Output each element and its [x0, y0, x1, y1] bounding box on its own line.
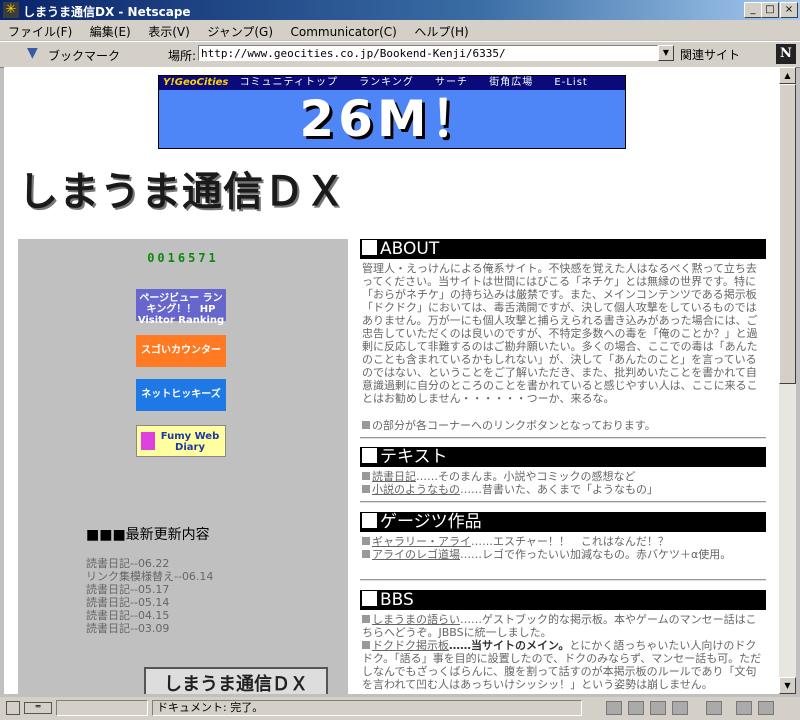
- window-title: しまうま通信DX - Netscape: [23, 5, 191, 19]
- about-note: の部分が各コーナーへのリンクボタンとなっております。: [372, 419, 656, 432]
- menu-edit[interactable]: 編集(E): [82, 20, 137, 40]
- about-note-row: の部分が各コーナーへのリンクボタンとなっております。: [362, 419, 764, 432]
- footer-logo: しまうま通信ＤＸ: [144, 667, 328, 694]
- updates-title: ■■■最新更新内容: [86, 527, 210, 543]
- composer-icon[interactable]: [672, 701, 688, 715]
- banner-nav-elist[interactable]: E-List: [554, 77, 587, 88]
- link-shimauma-katarai[interactable]: しまうまの語らい: [372, 613, 460, 626]
- update-item: 読書日記--03.09: [86, 622, 170, 635]
- update-item: 読書日記--04.15: [86, 609, 170, 622]
- related-sites-button[interactable]: 関連サイト: [680, 46, 740, 63]
- banner-brand: Y!GeoCities: [163, 77, 229, 88]
- banner-nav: Y!GeoCities コミュニティトップ ランキング サーチ 街角広場 E-L…: [159, 76, 625, 90]
- inbox-icon[interactable]: [706, 701, 722, 715]
- bookmarks-button[interactable]: ブックマーク: [48, 47, 120, 64]
- pageview-ranking-button[interactable]: ページビュー ランキング！！ HP Visitor Ranking: [136, 289, 226, 326]
- net-hikkies-button[interactable]: ネットヒッキーズ: [136, 379, 226, 411]
- bullet-square-icon: [362, 472, 370, 480]
- dokudoku-main-label: ……当サイトのメイン。: [449, 639, 570, 652]
- update-item: 読書日記--06.22: [86, 557, 170, 570]
- address-book-icon[interactable]: [736, 701, 752, 715]
- menu-help[interactable]: ヘルプ(H): [406, 20, 474, 40]
- about-heading: ABOUT: [360, 239, 766, 259]
- page-viewport: Y!GeoCities コミュニティトップ ランキング サーチ 街角広場 E-L…: [4, 67, 779, 694]
- title-bar: ✳ しまうま通信DX - Netscape _ □ ×: [0, 0, 800, 20]
- desc-novel: ……昔書いた、あくまで「ようなもの」: [460, 483, 658, 496]
- menu-file[interactable]: ファイル(F): [0, 20, 78, 40]
- security-lock-icon[interactable]: [6, 701, 20, 715]
- fumy-web-diary-button[interactable]: Fumy Web Diary: [136, 425, 226, 457]
- bullet-square-icon: [362, 641, 370, 649]
- site-title: しまうま通信ＤＸ: [18, 169, 346, 215]
- scroll-thumb[interactable]: [779, 84, 796, 384]
- update-item: リンク集模様替え--06.14: [86, 570, 214, 583]
- security-icon[interactable]: [758, 701, 774, 715]
- menu-bar: ファイル(F) 編集(E) 表示(V) ジャンプ(G) Communicator…: [0, 20, 800, 40]
- geijutsu-item-row: アライのレゴ道場……レゴで作ったいい加減なもの。赤バケツ＋α使用。: [362, 548, 764, 561]
- menu-go[interactable]: ジャンプ(G): [199, 20, 279, 40]
- link-novel[interactable]: 小説のようなもの: [372, 483, 460, 496]
- navigator-icon[interactable]: [650, 701, 666, 715]
- close-button[interactable]: ×: [780, 2, 798, 18]
- bullet-square-icon: [362, 615, 370, 623]
- scroll-up-button[interactable]: ▲: [779, 67, 796, 84]
- link-gallery-arai[interactable]: ギャラリー・アライ: [372, 535, 471, 548]
- visitor-counter: 0016571: [147, 251, 219, 265]
- status-text: ドキュメント: 完了。: [152, 700, 582, 716]
- bbs-item-row: しまうまの語らい……ゲストブック的な掲示板。本やゲームのマンセー話はこちらへどう…: [362, 613, 764, 639]
- divider: [360, 579, 766, 581]
- mail-icon[interactable]: [606, 701, 622, 715]
- update-item: 読書日記--05.17: [86, 583, 170, 596]
- bullet-square-icon: [362, 537, 370, 545]
- location-label: 場所:: [168, 49, 197, 63]
- geijutsu-item-row: ギャラリー・アライ……エスチャー！！ これはなんだ！？: [362, 535, 764, 548]
- desc-lego-dojo: ……レゴで作ったいい加減なもの。赤バケツ＋α使用。: [460, 548, 732, 561]
- location-toolbar: ▼ ブックマーク 場所: http://www.geocities.co.jp/…: [0, 41, 800, 68]
- menu-communicator[interactable]: Communicator(C): [283, 22, 403, 39]
- url-dropdown-button[interactable]: ▼: [658, 45, 674, 61]
- bbs-heading: BBS: [360, 590, 766, 610]
- about-text: 管理人・えっけんによる俺系サイト。不快感を覚えた人はなるべく黙って立ち去ってくだ…: [362, 262, 758, 405]
- divider: [360, 437, 766, 439]
- status-bar: ═ ドキュメント: 完了。: [0, 697, 800, 720]
- progress-bar: [56, 700, 148, 716]
- link-reading-diary[interactable]: 読書日記: [372, 470, 416, 483]
- bbs-item-row: ドクドク掲示板……当サイトのメイン。とにかく語っちゃいたい人向けのドクドク。「語…: [362, 639, 764, 691]
- minimize-button[interactable]: _: [744, 2, 762, 18]
- text-item-row: 読書日記……そのまんま。小説やコミックの感想など: [362, 470, 764, 483]
- vertical-scrollbar[interactable]: ▲ ▼: [779, 67, 796, 694]
- discussion-icon[interactable]: [628, 701, 644, 715]
- banner-nav-community[interactable]: コミュニティトップ: [240, 77, 338, 88]
- geijutsu-heading: ゲージツ作品: [360, 512, 766, 532]
- text-item-row: 小説のようなもの……昔書いた、あくまで「ようなもの」: [362, 483, 764, 496]
- desc-gallery-arai: ……エスチャー！！ これはなんだ！？: [471, 535, 669, 548]
- netscape-logo[interactable]: N: [776, 44, 796, 64]
- scroll-down-button[interactable]: ▼: [779, 677, 796, 694]
- pen-icon: [141, 432, 155, 450]
- banner-nav-square[interactable]: 街角広場: [489, 77, 533, 88]
- url-input[interactable]: http://www.geocities.co.jp/Bookend-Kenji…: [198, 45, 658, 61]
- banner-nav-search[interactable]: サーチ: [435, 77, 468, 88]
- update-item: 読書日記--05.14: [86, 596, 170, 609]
- menu-view[interactable]: 表示(V): [140, 20, 196, 40]
- netscape-icon[interactable]: ✳: [3, 2, 19, 18]
- bullet-square-icon: [362, 421, 370, 429]
- link-dokudoku-bbs[interactable]: ドクドク掲示板: [372, 639, 449, 652]
- bullet-square-icon: [362, 550, 370, 558]
- desc-reading-diary: ……そのまんま。小説やコミックの感想など: [416, 470, 636, 483]
- sugoi-counter-button[interactable]: スゴいカウンター: [136, 335, 226, 367]
- banner-nav-ranking[interactable]: ランキング: [359, 77, 414, 88]
- left-sidebar: 0016571 ページビュー ランキング！！ HP Visitor Rankin…: [18, 239, 348, 694]
- maximize-button[interactable]: □: [761, 2, 779, 18]
- bookmark-icon[interactable]: ▼: [27, 45, 45, 61]
- connection-icon: ═: [24, 702, 52, 714]
- bullet-square-icon: [362, 485, 370, 493]
- banner-headline: 26M！: [299, 90, 485, 148]
- link-lego-dojo[interactable]: アライのレゴ道場: [372, 548, 460, 561]
- divider: [360, 501, 766, 503]
- geocities-banner[interactable]: Y!GeoCities コミュニティトップ ランキング サーチ 街角広場 E-L…: [158, 75, 626, 149]
- fumy-web-diary-label: Fumy Web Diary: [160, 431, 220, 453]
- text-heading: テキスト: [360, 447, 766, 467]
